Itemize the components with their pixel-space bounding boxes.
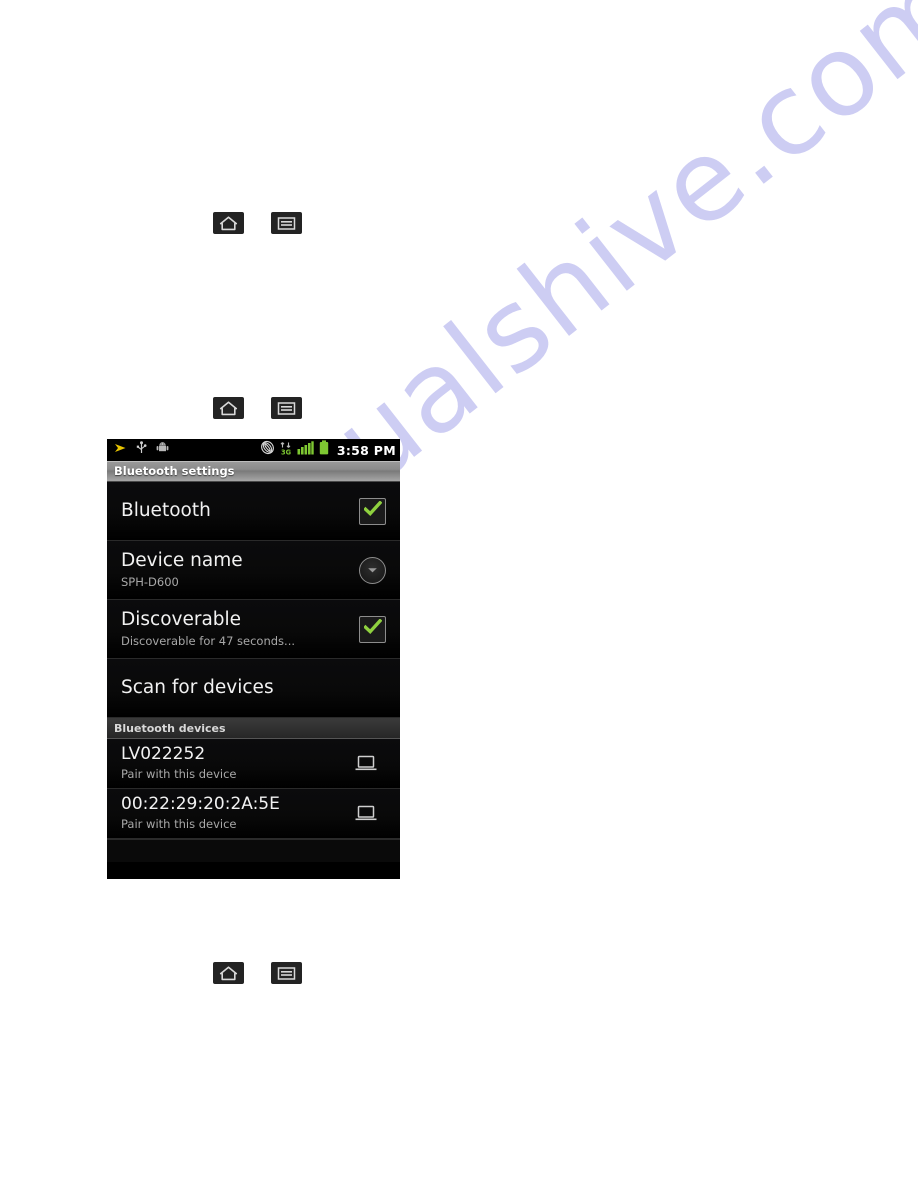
list-item-subtitle: SPH-D600 <box>121 574 179 589</box>
send-arrow-icon <box>114 441 127 459</box>
home-button[interactable] <box>213 212 244 234</box>
status-bar-right-icons: 3G 3:58 PM <box>260 440 396 460</box>
sync-icon <box>260 440 275 460</box>
usb-icon <box>136 441 147 459</box>
home-icon <box>219 965 238 981</box>
list-item-device-name[interactable]: Device name SPH-D600 <box>107 541 400 600</box>
home-button[interactable] <box>213 397 244 419</box>
list-item-title: Discoverable <box>121 609 242 631</box>
device-name-label: 00:22:29:20:2A:5E <box>121 793 280 814</box>
home-button[interactable] <box>213 962 244 984</box>
list-item-title: Device name <box>121 550 243 572</box>
list-item-title: Bluetooth <box>121 500 211 522</box>
laptop-icon <box>355 755 377 772</box>
home-icon <box>219 215 238 231</box>
list-item-discoverable[interactable]: Discoverable Discoverable for 47 seconds… <box>107 600 400 659</box>
chevron-down-icon <box>367 561 378 579</box>
menu-button[interactable] <box>271 397 302 419</box>
list-item-title: Scan for devices <box>121 677 274 699</box>
screen-bottom-area <box>107 839 400 862</box>
phone-screenshot: 3G 3:58 PM Bluetooth settings Bluetooth … <box>107 439 400 879</box>
screen-title-bar: Bluetooth settings <box>107 461 400 482</box>
battery-icon <box>319 440 329 460</box>
page-title: Bluetooth settings <box>114 464 235 478</box>
device-name-dropdown-button[interactable] <box>359 556 386 584</box>
nav-icon-group-3 <box>213 962 302 984</box>
status-bar-left-icons <box>114 441 260 459</box>
list-item-text: Scan for devices <box>121 677 389 699</box>
list-item-text: 00:22:29:20:2A:5E Pair with this device <box>121 793 355 832</box>
settings-list: Bluetooth Device name SPH-D600 Discovera… <box>107 482 400 862</box>
list-item-text: Device name SPH-D600 <box>121 550 359 589</box>
discoverable-checkbox[interactable] <box>359 615 386 643</box>
status-bar: 3G 3:58 PM <box>107 439 400 461</box>
home-icon <box>219 400 238 416</box>
section-header-bluetooth-devices: Bluetooth devices <box>107 718 400 739</box>
menu-icon <box>277 401 296 416</box>
android-robot-icon <box>156 441 169 459</box>
section-header-label: Bluetooth devices <box>114 721 226 735</box>
device-name-label: LV022252 <box>121 743 206 764</box>
status-bar-clock: 3:58 PM <box>336 442 396 458</box>
laptop-icon <box>355 805 377 822</box>
list-item-text: Discoverable Discoverable for 47 seconds… <box>121 609 359 648</box>
menu-icon <box>277 216 296 231</box>
signal-bars-icon <box>297 440 314 460</box>
device-status-label: Pair with this device <box>121 767 237 782</box>
table-row[interactable]: LV022252 Pair with this device <box>107 739 400 789</box>
nav-icon-group-2 <box>213 397 302 419</box>
svg-text:3G: 3G <box>281 448 291 455</box>
menu-icon <box>277 966 296 981</box>
menu-button[interactable] <box>271 962 302 984</box>
list-item-scan-for-devices[interactable]: Scan for devices <box>107 659 400 718</box>
list-item-text: LV022252 Pair with this device <box>121 743 355 782</box>
menu-button[interactable] <box>271 212 302 234</box>
nav-icon-group-1 <box>213 212 302 234</box>
check-icon <box>362 617 382 640</box>
table-row[interactable]: 00:22:29:20:2A:5E Pair with this device <box>107 789 400 839</box>
list-item-bluetooth[interactable]: Bluetooth <box>107 482 400 541</box>
3g-data-icon: 3G <box>280 441 292 460</box>
list-item-text: Bluetooth <box>121 500 359 522</box>
bluetooth-checkbox[interactable] <box>359 497 386 525</box>
list-item-subtitle: Discoverable for 47 seconds... <box>121 633 296 648</box>
device-status-label: Pair with this device <box>121 817 237 832</box>
check-icon <box>362 499 382 522</box>
